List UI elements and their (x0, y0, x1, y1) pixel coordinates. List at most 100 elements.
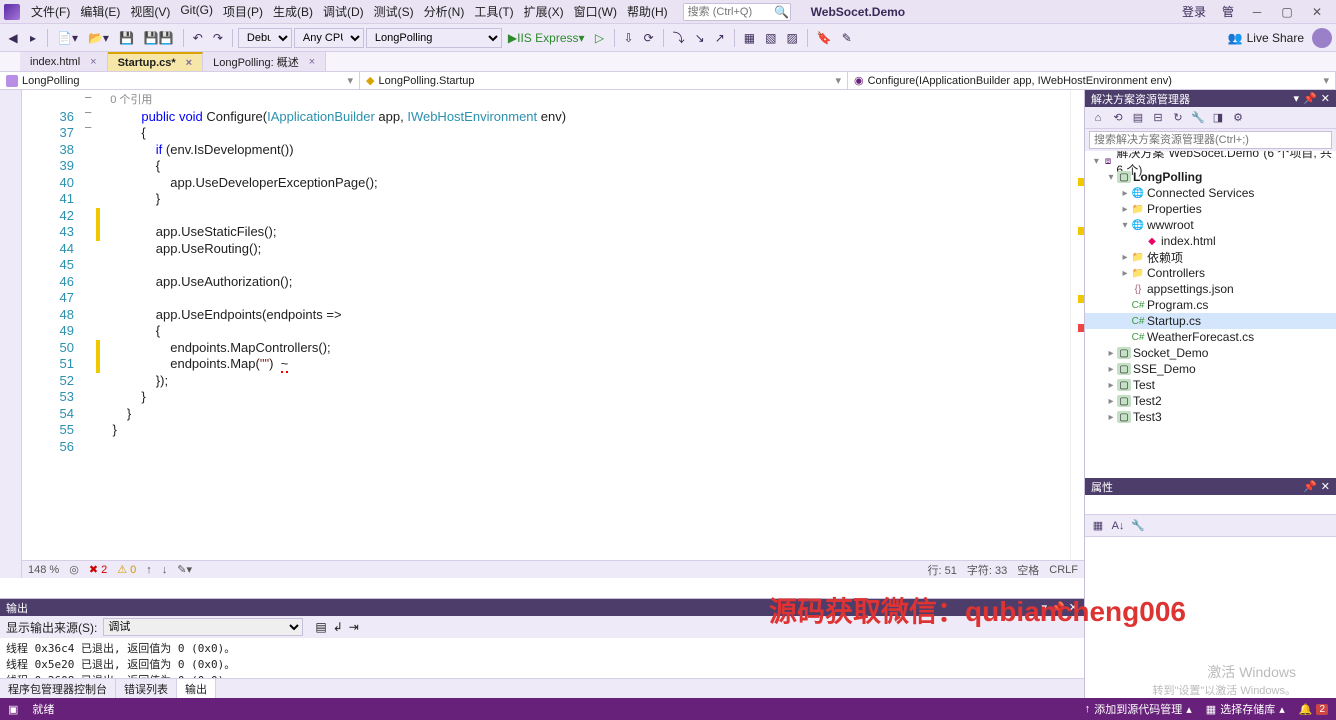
global-search[interactable]: 🔍 (683, 3, 791, 21)
step-over-button[interactable]: ⤵ (669, 27, 689, 49)
tree-node[interactable]: ▸📁Controllers (1085, 265, 1336, 281)
document-tab[interactable]: Startup.cs*× (108, 52, 204, 71)
menu-item[interactable]: 帮助(H) (622, 1, 673, 22)
close-tab-icon[interactable]: × (309, 56, 315, 68)
startup-project-dropdown[interactable]: LongPolling (366, 28, 502, 48)
goto-icon[interactable]: ⇥ (349, 620, 359, 634)
error-stripe[interactable] (1070, 90, 1084, 578)
toggle-wrap-icon[interactable]: ↲ (333, 620, 343, 634)
window-maximize-button[interactable]: ▢ (1272, 5, 1302, 19)
zoom-level[interactable]: 148 % (28, 564, 59, 576)
tree-node[interactable]: ▸▢Test (1085, 377, 1336, 393)
notifications-button[interactable]: 🔔2 (1299, 703, 1328, 716)
menu-item[interactable]: 编辑(E) (75, 1, 125, 22)
menu-item[interactable]: 扩展(X) (519, 1, 569, 22)
tree-node[interactable]: C#WeatherForecast.cs (1085, 329, 1336, 345)
prev-issue-button[interactable]: ↑ (146, 564, 152, 576)
props-wrench-icon[interactable]: 🔧 (1129, 517, 1147, 535)
close-tab-icon[interactable]: × (90, 56, 96, 68)
nav-type-dropdown[interactable]: ◆LongPolling.Startup▾ (360, 72, 848, 89)
save-all-button[interactable]: 💾💾 (140, 27, 178, 49)
properties-icon[interactable]: 🔧 (1189, 109, 1207, 127)
nav-back-button[interactable]: ◀ (4, 27, 22, 49)
refresh-icon[interactable]: ↻ (1169, 109, 1187, 127)
menu-item[interactable]: Git(G) (175, 1, 218, 22)
tree-node[interactable]: ▸▢SSE_Demo (1085, 361, 1336, 377)
nav-member-dropdown[interactable]: ◉Configure(IApplicationBuilder app, IWeb… (848, 72, 1336, 89)
comment-button[interactable]: ✎ (838, 27, 856, 49)
tb-grid1[interactable]: ▦ (740, 27, 759, 49)
output-source-dropdown[interactable]: 调试 (103, 618, 303, 636)
new-item-button[interactable]: 📄▾ (53, 27, 82, 49)
clear-output-icon[interactable]: ▤ (315, 620, 326, 634)
categorize-icon[interactable]: ▦ (1089, 517, 1107, 535)
start-no-debug-button[interactable]: ▷ (591, 27, 609, 49)
window-minimize-button[interactable]: ─ (1242, 5, 1272, 19)
global-search-input[interactable] (684, 4, 774, 20)
admin-badge[interactable]: 管 (1214, 1, 1242, 22)
line-ending[interactable]: CRLF (1049, 564, 1078, 576)
solution-search-input[interactable] (1089, 131, 1332, 149)
nav-project-dropdown[interactable]: LongPolling▾ (0, 72, 360, 89)
panel-pin-icon[interactable]: 📌 (1303, 92, 1317, 105)
panel-close-icon[interactable]: ✕ (1321, 92, 1330, 105)
code-body[interactable]: 0 个引用 public void Configure(IApplication… (98, 90, 1084, 578)
warning-count[interactable]: ⚠ 0 (117, 563, 136, 576)
redo-button[interactable]: ↷ (209, 27, 227, 49)
props-close-icon[interactable]: ✕ (1321, 480, 1330, 493)
build-icon[interactable]: ✎▾ (177, 563, 192, 576)
collapse-icon[interactable]: ⊟ (1149, 109, 1167, 127)
code-editor[interactable]: 3637383940414243444546474849505152535455… (22, 90, 1084, 578)
show-all-icon[interactable]: ▤ (1129, 109, 1147, 127)
menu-item[interactable]: 调试(D) (318, 1, 369, 22)
indent-mode[interactable]: 空格 (1017, 562, 1039, 578)
next-issue-button[interactable]: ↓ (162, 564, 168, 576)
step-out-button[interactable]: ↗ (711, 27, 729, 49)
output-dropdown-icon[interactable]: ▾ (1042, 601, 1048, 614)
tree-node[interactable]: ▸📁Properties (1085, 201, 1336, 217)
menu-item[interactable]: 视图(V) (125, 1, 175, 22)
output-body[interactable]: 线程 0x36c4 已退出, 返回值为 0 (0x0)。 线程 0x5e20 已… (0, 638, 1084, 678)
tree-node[interactable]: ▸▢Test2 (1085, 393, 1336, 409)
left-tool-strip[interactable] (0, 90, 22, 578)
home-icon[interactable]: ⌂ (1089, 109, 1107, 127)
configuration-dropdown[interactable]: Debug (238, 28, 292, 48)
output-pin-icon[interactable]: 📌 (1051, 601, 1065, 614)
start-debug-button[interactable]: ▶ IIS Express ▾ (504, 27, 589, 49)
source-control-button[interactable]: ↑ 添加到源代码管理 ▴ (1085, 701, 1192, 717)
menu-item[interactable]: 窗口(W) (569, 1, 622, 22)
nav-fwd-button[interactable]: ▸ (24, 27, 42, 49)
solution-root[interactable]: ▾⧈解决方案"WebSocet.Demo"(6 个项目, 共 6 个) (1085, 153, 1336, 169)
code-health-icon[interactable]: ◎ (69, 563, 79, 576)
save-button[interactable]: 💾 (115, 27, 138, 49)
bookmark-button[interactable]: 🔖 (813, 27, 836, 49)
tree-node[interactable]: C#Startup.cs (1085, 313, 1336, 329)
close-tab-icon[interactable]: × (186, 57, 192, 69)
tb-grid3[interactable]: ▨ (782, 27, 801, 49)
wrench-icon[interactable]: ⚙ (1229, 109, 1247, 127)
panel-dropdown-icon[interactable]: ▾ (1294, 92, 1300, 105)
output-tab[interactable]: 程序包管理器控制台 (0, 679, 116, 698)
document-tab[interactable]: index.html× (20, 52, 108, 71)
menu-item[interactable]: 分析(N) (419, 1, 470, 22)
undo-button[interactable]: ↶ (189, 27, 207, 49)
attach-button[interactable]: ⇩ (620, 27, 638, 49)
props-pin-icon[interactable]: 📌 (1303, 480, 1317, 493)
user-avatar[interactable] (1312, 28, 1332, 48)
tree-node[interactable]: ▸📁依赖项 (1085, 249, 1336, 265)
tree-node[interactable]: ▾🌐wwwroot (1085, 217, 1336, 233)
window-close-button[interactable]: ✕ (1302, 5, 1332, 19)
output-close-icon[interactable]: ✕ (1069, 601, 1078, 614)
open-button[interactable]: 📂▾ (84, 27, 113, 49)
error-count[interactable]: ✖ 2 (89, 563, 107, 576)
live-share[interactable]: 👥Live Share (1222, 31, 1310, 45)
menu-item[interactable]: 文件(F) (26, 1, 75, 22)
menu-item[interactable]: 测试(S) (369, 1, 419, 22)
menu-item[interactable]: 项目(P) (218, 1, 268, 22)
select-repo-button[interactable]: ▦ 选择存储库 ▴ (1206, 701, 1285, 717)
tree-node[interactable]: ▸▢Socket_Demo (1085, 345, 1336, 361)
menu-item[interactable]: 工具(T) (469, 1, 518, 22)
sync-icon[interactable]: ⟲ (1109, 109, 1127, 127)
menu-item[interactable]: 生成(B) (268, 1, 318, 22)
tb-grid2[interactable]: ▧ (761, 27, 780, 49)
